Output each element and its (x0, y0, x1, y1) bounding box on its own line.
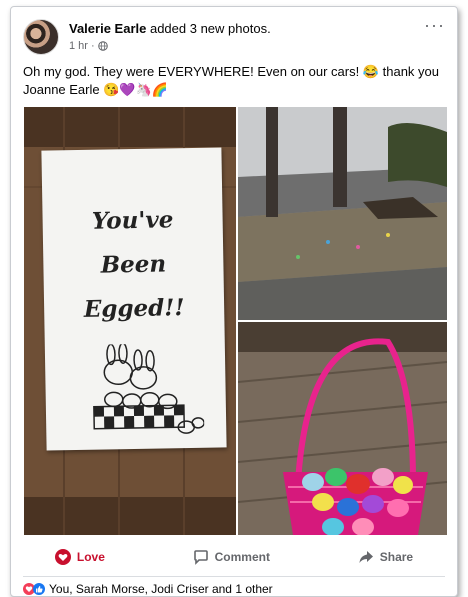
share-button[interactable]: Share (338, 543, 433, 571)
author-line: Valerie Earle added 3 new photos. (69, 21, 271, 36)
photo-yard[interactable] (238, 107, 447, 320)
more-options-icon[interactable]: ··· (424, 16, 445, 34)
comment-icon (193, 550, 208, 565)
post-header: Valerie Earle added 3 new photos. 1 hr ·… (23, 16, 445, 59)
post-time[interactable]: 1 hr (69, 40, 88, 52)
post-card: Valerie Earle added 3 new photos. 1 hr ·… (10, 6, 458, 597)
love-label: Love (76, 550, 105, 564)
egg-basket-scene (238, 322, 447, 535)
love-button[interactable]: Love (35, 543, 125, 571)
post-text-line-2: Joanne Earle 😘💜🦄🌈 (23, 82, 168, 97)
actions-divider (23, 576, 445, 577)
comment-button[interactable]: Comment (173, 543, 290, 571)
heart-icon (54, 549, 71, 565)
egged-sign: You've Been Egged!! (41, 147, 227, 451)
reactions-bar[interactable]: You, Sarah Morse, Jodi Criser and 1 othe… (23, 582, 273, 596)
bunny-basket-clipart (93, 342, 205, 434)
sign-text-line-3: Egged!! (83, 294, 185, 323)
share-icon (359, 551, 373, 563)
photo-egg-basket[interactable] (238, 322, 447, 535)
like-reaction-icon (33, 583, 45, 595)
photo-grid: You've Been Egged!! (24, 107, 447, 535)
post-action-text: added 3 new photos. (149, 21, 271, 36)
meta-separator: · (90, 40, 95, 52)
comment-label: Comment (214, 550, 270, 564)
post-actions: Love Comment Share (11, 539, 457, 575)
reactions-summary: You, Sarah Morse, Jodi Criser and 1 othe… (49, 582, 273, 596)
sign-text-line-2: Been (100, 250, 167, 279)
photo-sign[interactable]: You've Been Egged!! (24, 107, 236, 535)
post-text-line-1: Oh my god. They were EVERYWHERE! Even on… (23, 64, 439, 79)
globe-icon (97, 41, 108, 51)
post-text: Oh my god. They were EVERYWHERE! Even on… (23, 63, 443, 99)
author-name[interactable]: Valerie Earle (69, 21, 146, 36)
yard-scene (238, 107, 447, 320)
share-label: Share (379, 550, 414, 564)
avatar[interactable] (23, 19, 59, 55)
sign-text-line-1: You've (91, 206, 174, 235)
post-meta: 1 hr · (69, 40, 108, 52)
